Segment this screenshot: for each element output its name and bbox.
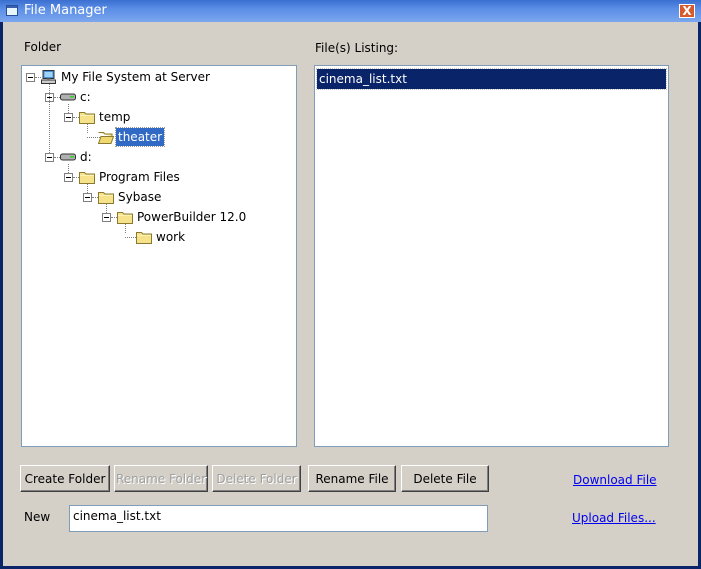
folder-open-icon: [97, 130, 115, 144]
tree-node[interactable]: Sybase: [22, 188, 292, 206]
title-bar[interactable]: File Manager X: [0, 0, 701, 22]
rename-folder-button: Rename Folder: [114, 465, 208, 492]
tree-node[interactable]: My File System at Server: [22, 68, 292, 86]
collapse-toggle-icon[interactable]: [64, 113, 73, 122]
folder-icon: [117, 210, 133, 224]
collapse-toggle-icon[interactable]: [64, 173, 73, 182]
folder-icon: [98, 190, 114, 204]
tree-node[interactable]: d:: [22, 148, 292, 166]
file-name: cinema_list.txt: [319, 72, 407, 86]
window-title: File Manager: [24, 3, 107, 18]
tree-node[interactable]: Program Files: [22, 168, 292, 186]
folder-label: Folder: [24, 40, 62, 54]
tree-node-label: PowerBuilder 12.0: [137, 210, 247, 224]
folder-icon: [79, 170, 95, 184]
file-list[interactable]: cinema_list.txt: [314, 65, 669, 447]
tree-node-label: d:: [80, 150, 92, 164]
tree-node-label: theater: [114, 127, 166, 147]
tree-node-label: work: [156, 230, 186, 244]
drive-icon: [60, 150, 76, 164]
rename-file-button[interactable]: Rename File: [308, 465, 396, 492]
delete-file-button[interactable]: Delete File: [401, 465, 489, 492]
collapse-toggle-icon[interactable]: [102, 213, 111, 222]
tree-node[interactable]: theater: [22, 127, 292, 147]
tree-node-label: My File System at Server: [61, 70, 210, 84]
folder-icon: [136, 230, 152, 244]
delete-folder-button: Delete Folder: [212, 465, 301, 492]
tree-connector: [68, 164, 69, 173]
tree-node-label: Program Files: [99, 170, 180, 184]
tree-node[interactable]: work: [22, 228, 292, 246]
create-folder-button[interactable]: Create Folder: [20, 465, 110, 492]
window-icon: [6, 5, 18, 16]
computer-icon: [41, 70, 57, 84]
tree-connector: [125, 224, 126, 233]
download-file-link[interactable]: Download File: [573, 473, 657, 487]
new-name-input[interactable]: [69, 505, 488, 532]
tree-node[interactable]: c:: [22, 88, 292, 106]
collapse-toggle-icon[interactable]: [45, 153, 54, 162]
tree-node-label: temp: [99, 110, 131, 124]
tree-node[interactable]: temp: [22, 108, 292, 126]
file-list-item[interactable]: cinema_list.txt: [316, 68, 667, 90]
drive-icon: [60, 90, 76, 104]
folder-icon: [79, 110, 95, 124]
collapse-toggle-icon[interactable]: [26, 73, 35, 82]
tree-connector: [49, 84, 50, 153]
files-listing-label: File(s) Listing:: [315, 41, 399, 55]
tree-connector: [106, 204, 107, 213]
tree-node-label: Sybase: [118, 190, 162, 204]
folder-tree[interactable]: My File System at Server c: temp theater d: P…: [21, 65, 297, 447]
tree-connector: [87, 124, 88, 133]
tree-connector: [68, 104, 69, 113]
close-icon: X: [682, 4, 692, 18]
upload-files-link[interactable]: Upload Files...: [572, 511, 656, 525]
tree-node-label: c:: [80, 90, 91, 104]
new-name-label: New: [24, 510, 51, 524]
tree-node[interactable]: PowerBuilder 12.0: [22, 208, 292, 226]
collapse-toggle-icon[interactable]: [83, 193, 92, 202]
close-button[interactable]: X: [679, 4, 695, 18]
tree-connector: [87, 184, 88, 193]
